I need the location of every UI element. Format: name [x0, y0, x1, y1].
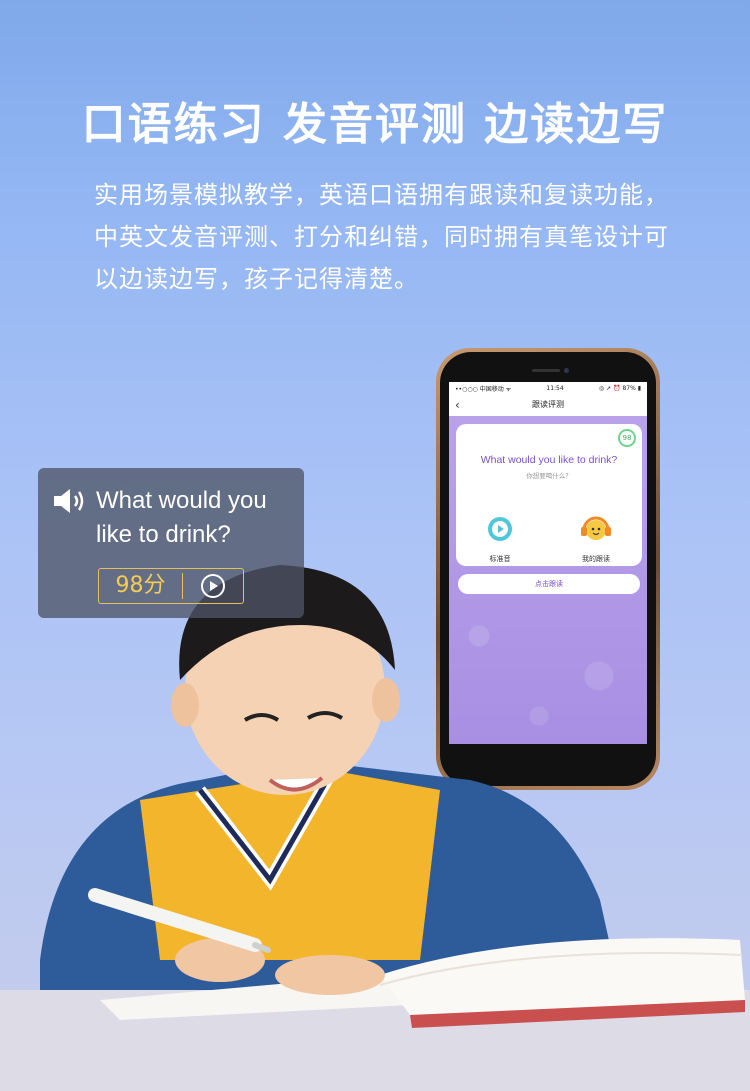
question-chinese: 你想要喝什么？ [526, 472, 572, 480]
score-badge: 98 [618, 429, 636, 447]
status-battery: ◎ ➚ ⏰ 87% ▮ [599, 384, 641, 392]
nav-title: 跟读评测 [532, 400, 564, 409]
my-recording-button[interactable]: 我的跟读 [566, 516, 626, 565]
speech-sentence: What would you like to drink? [96, 487, 267, 548]
speech-bubble-card: What would you like to drink? 98分 [38, 468, 304, 618]
phone-speaker [532, 369, 560, 372]
score-value: 98分 [99, 573, 183, 599]
score-box: 98分 [98, 568, 244, 604]
speaker-icon [54, 489, 84, 513]
question-english: What would you like to drink? [480, 454, 618, 466]
page-headline: 口语练习 发音评测 边读边写 [81, 99, 669, 150]
play-button[interactable] [183, 573, 243, 599]
back-icon[interactable]: ‹ [455, 394, 460, 416]
question-card: 98 What would you like to drink? 你想要喝什么？… [456, 424, 642, 566]
headphone-mascot-icon [581, 516, 611, 540]
child-reading-illustration [0, 565, 750, 1091]
standard-audio-button[interactable]: 标准音 [470, 516, 530, 565]
standard-audio-icon [488, 517, 512, 541]
status-time: 11:54 [546, 384, 564, 392]
play-icon [201, 574, 225, 598]
phone-camera [564, 368, 569, 373]
nav-bar: ‹ 跟读评测 [449, 394, 647, 416]
page-description: 实用场景模拟教学，英语口语拥有跟读和复读功能，中英文发音评测、打分和纠错，同时拥… [94, 181, 669, 293]
status-carrier: ••○○○ 中国移动 ᯤ [455, 385, 512, 393]
status-bar: ••○○○ 中国移动 ᯤ 11:54 ◎ ➚ ⏰ 87% ▮ [449, 382, 647, 394]
